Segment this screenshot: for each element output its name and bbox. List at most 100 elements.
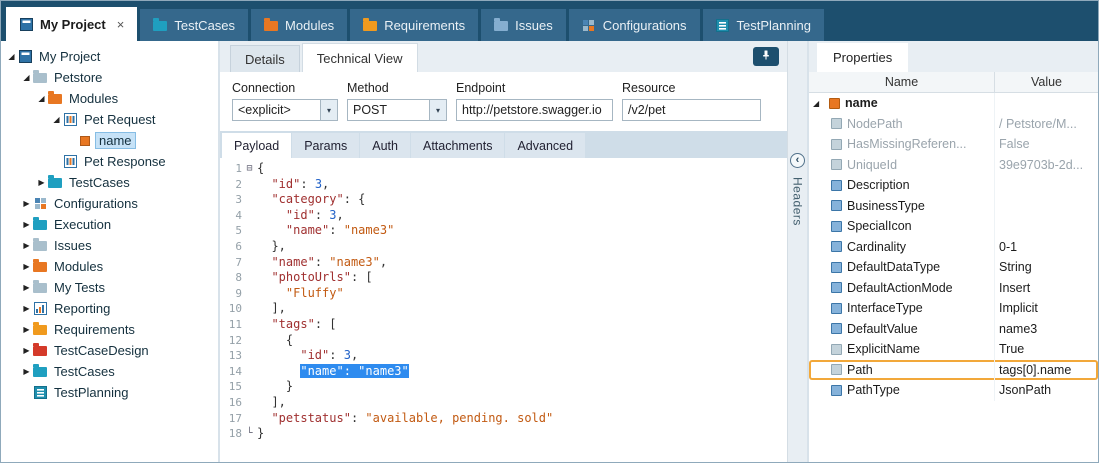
tree-item-modules[interactable]: ▶Modules [1,256,218,277]
tree-item-issues[interactable]: ▶Issues [1,235,218,256]
property-row-uniqueid[interactable]: UniqueId39e9703b-2d... [809,155,1098,176]
code-line[interactable]: 5 "name": "name3" [220,223,787,239]
code-line[interactable]: 2 "id": 3, [220,177,787,193]
property-row-pathtype[interactable]: PathTypeJsonPath [809,380,1098,401]
resource-input[interactable]: /v2/pet [622,99,761,121]
property-row-businesstype[interactable]: BusinessType [809,196,1098,217]
expander-icon[interactable]: ▶ [20,367,33,376]
expander-icon[interactable]: ▶ [20,346,33,355]
code-line[interactable]: 18└} [220,426,787,442]
code-line[interactable]: 13 "id": 3, [220,348,787,364]
subtab-attachments[interactable]: Attachments [411,133,504,158]
code-line[interactable]: 3 "category": { [220,192,787,208]
fold-spacer [242,395,257,411]
tab-requirements[interactable]: Requirements [350,9,478,41]
expander-icon[interactable]: ▶ [20,220,33,229]
tree-item-requirements[interactable]: ▶Requirements [1,319,218,340]
code-line[interactable]: 11 "tags": [ [220,317,787,333]
tree-item-pet-response[interactable]: Pet Response [1,151,218,172]
fold-marker-icon[interactable]: ⊟ [242,161,257,177]
code-line[interactable]: 4 "id": 3, [220,208,787,224]
code-line[interactable]: 9 "Fluffy" [220,286,787,302]
subtab-params[interactable]: Params [292,133,359,158]
code-line[interactable]: 17 "petstatus": "available, pending. sol… [220,411,787,427]
tab-modules[interactable]: Modules [251,9,347,41]
connection-select[interactable]: <explicit> ▾ [232,99,338,121]
code-line[interactable]: 15 } [220,379,787,395]
expander-icon[interactable]: ▶ [20,325,33,334]
pin-button[interactable] [753,47,779,66]
tab-my-project[interactable]: My Project× [6,7,137,41]
tree-item-petstore[interactable]: ◢Petstore [1,67,218,88]
tab-issues[interactable]: Issues [481,9,566,41]
property-row-interfacetype[interactable]: InterfaceTypeImplicit [809,298,1098,319]
close-icon[interactable]: × [117,17,125,32]
tree-item-my-tests[interactable]: ▶My Tests [1,277,218,298]
expander-icon[interactable]: ▶ [20,241,33,250]
tree-item-testplanning[interactable]: TestPlanning [1,382,218,403]
tab-details[interactable]: Details [230,45,300,72]
property-row-defaultactionmode[interactable]: DefaultActionModeInsert [809,278,1098,299]
chevron-down-icon[interactable]: ▾ [320,100,337,120]
code-line[interactable]: 16 ], [220,395,787,411]
attribute-icon [831,364,842,375]
property-row-cardinality[interactable]: Cardinality0-1 [809,237,1098,258]
subtab-payload[interactable]: Payload [222,133,291,158]
column-header-value[interactable]: Value [995,72,1098,92]
code-line[interactable]: 10 ], [220,301,787,317]
expander-icon[interactable]: ▶ [20,262,33,271]
endpoint-input[interactable]: http://petstore.swagger.io [456,99,613,121]
tree-item-testcases[interactable]: ▶TestCases [1,172,218,193]
tree-item-name[interactable]: name [1,130,218,151]
tree-item-configurations[interactable]: ▶Configurations [1,193,218,214]
headers-tab-label[interactable]: Headers [791,177,805,226]
expander-icon[interactable]: ▶ [20,304,33,313]
tab-configurations[interactable]: Configurations [569,9,700,41]
property-row-nodepath[interactable]: NodePath/ Petstore/M... [809,114,1098,135]
method-select[interactable]: POST ▾ [347,99,447,121]
property-name: PathType [847,383,900,397]
tree-item-pet-request[interactable]: ◢ Pet Request [1,109,218,130]
tree-item-testcasedesign[interactable]: ▶TestCaseDesign [1,340,218,361]
column-header-name[interactable]: Name [809,72,995,92]
tree-item-testcases[interactable]: ▶TestCases [1,361,218,382]
tree-item-my-project[interactable]: ◢My Project [1,46,218,67]
tree-item-label: Pet Request [80,111,160,128]
code-line[interactable]: 6 }, [220,239,787,255]
property-row-defaultvalue[interactable]: DefaultValuename3 [809,319,1098,340]
tree-item-reporting[interactable]: ▶Reporting [1,298,218,319]
property-row-description[interactable]: Description [809,175,1098,196]
tab-testplanning[interactable]: TestPlanning [703,9,824,41]
expander-icon[interactable]: ◢ [20,73,33,82]
subtab-advanced[interactable]: Advanced [505,133,585,158]
property-row-name[interactable]: ◢name [809,93,1098,114]
fold-marker-icon[interactable]: └ [242,426,257,442]
code-line[interactable]: 1⊟{ [220,161,787,177]
code-line[interactable]: 7 "name": "name3", [220,255,787,271]
expander-icon[interactable]: ▶ [20,283,33,292]
expander-icon[interactable]: ◢ [813,99,824,108]
code-line[interactable]: 12 { [220,333,787,349]
module-icon [63,155,77,168]
chevron-down-icon[interactable]: ▾ [429,100,446,120]
property-row-defaultdatatype[interactable]: DefaultDataTypeString [809,257,1098,278]
property-row-explicitname[interactable]: ExplicitNameTrue [809,339,1098,360]
tree-item-modules[interactable]: ◢Modules [1,88,218,109]
tab-technical-view[interactable]: Technical View [302,43,418,72]
expander-icon[interactable]: ◢ [50,115,63,124]
expander-icon[interactable]: ◢ [5,52,18,61]
expander-icon[interactable]: ▶ [35,178,48,187]
payload-editor[interactable]: 1⊟{2 "id": 3,3 "category": {4 "id": 3,5 … [220,158,787,462]
expander-icon[interactable]: ▶ [20,199,33,208]
code-line[interactable]: 8 "photoUrls": [ [220,270,787,286]
property-row-hasmissingreferen[interactable]: HasMissingReferen...False [809,134,1098,155]
tree-item-execution[interactable]: ▶Execution [1,214,218,235]
code-line[interactable]: 14 "name": "name3" [220,364,787,380]
tab-testcases[interactable]: TestCases [140,9,248,41]
expander-icon[interactable]: ◢ [35,94,48,103]
property-row-specialicon[interactable]: SpecialIcon [809,216,1098,237]
tab-properties[interactable]: Properties [817,43,908,72]
subtab-auth[interactable]: Auth [360,133,410,158]
collapse-chevron-icon[interactable]: ‹ [790,153,805,168]
property-row-path[interactable]: Pathtags[0].name [809,360,1098,381]
